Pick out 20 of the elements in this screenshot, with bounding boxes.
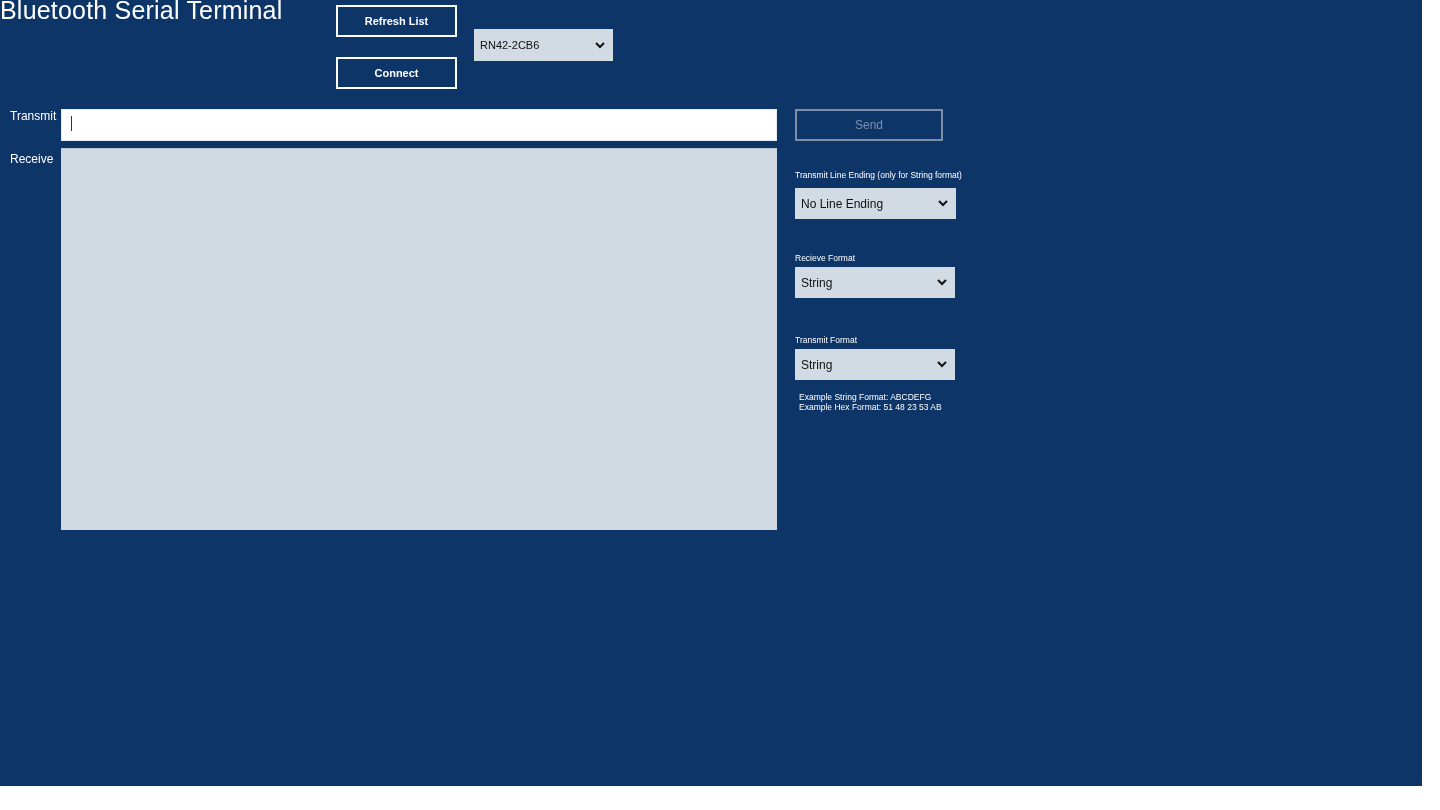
transmit-field[interactable] bbox=[61, 109, 777, 141]
chevron-down-icon bbox=[938, 200, 948, 207]
setting-dropdown[interactable]: No Line Ending bbox=[795, 188, 956, 219]
device-dropdown[interactable]: RN42-2CB6 bbox=[474, 29, 613, 61]
example-text: Example Hex Format: 51 48 23 53 AB bbox=[799, 402, 942, 412]
example-text: Example String Format: ABCDEFG bbox=[799, 392, 933, 402]
setting-label: Recieve Format bbox=[795, 253, 855, 263]
setting-label: Transmit Line Ending (only for String format) bbox=[795, 170, 962, 180]
setting-dropdown[interactable]: String bbox=[795, 267, 955, 298]
transmit-label: Transmit bbox=[9, 109, 58, 123]
receive-field[interactable] bbox=[61, 148, 777, 530]
receive-label: Receive bbox=[9, 152, 55, 166]
setting-dropdown[interactable]: String bbox=[795, 349, 955, 380]
chevron-down-icon bbox=[595, 41, 605, 49]
setting-label: Transmit Format bbox=[795, 335, 858, 345]
chevron-down-icon bbox=[937, 279, 947, 286]
connect-button[interactable]: Connect bbox=[336, 57, 457, 89]
refresh-list-button[interactable]: Refresh List bbox=[336, 5, 457, 37]
window-title: Bluetooth Serial Terminal bbox=[0, 0, 284, 23]
chevron-down-icon bbox=[937, 361, 947, 368]
